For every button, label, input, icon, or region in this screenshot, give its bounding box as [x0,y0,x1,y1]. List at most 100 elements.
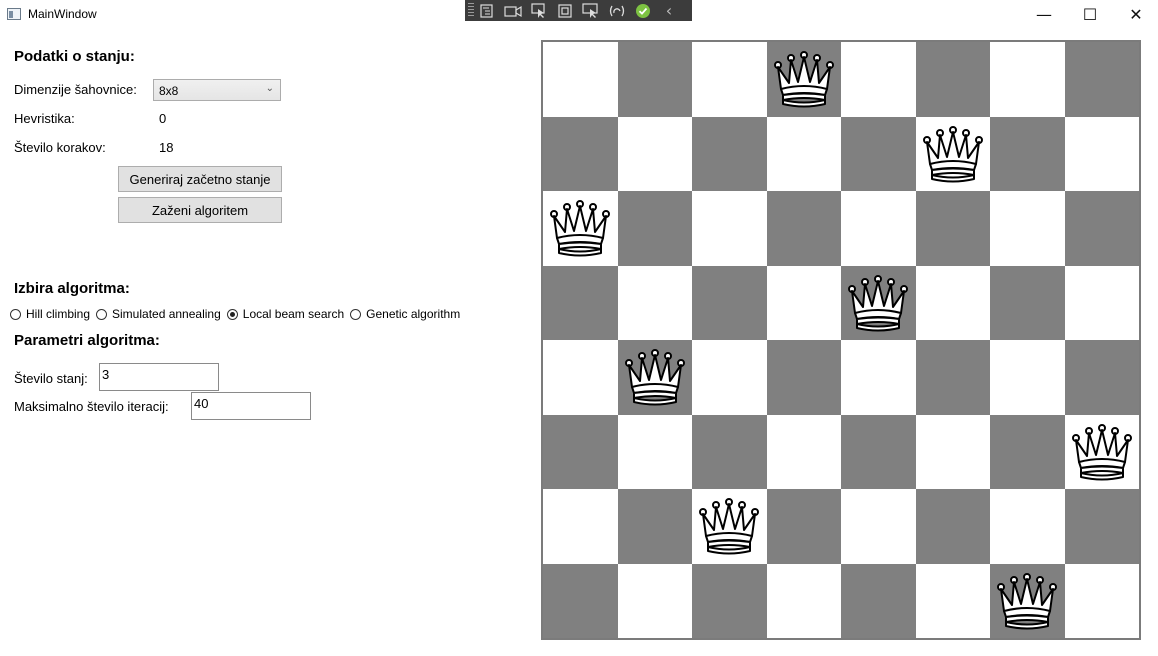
radio-label[interactable]: Local beam search [243,307,344,321]
board-square[interactable] [617,191,692,266]
close-button[interactable]: ✕ [1113,0,1158,28]
live-visual-tree-button[interactable] [474,0,500,21]
board-square[interactable] [990,340,1065,415]
live-visual-tree-icon [480,3,493,18]
states-count-input[interactable]: 3 [99,363,219,391]
board-square[interactable] [617,563,692,638]
board-square[interactable] [543,563,618,638]
board-square[interactable] [990,265,1065,340]
board-square[interactable] [990,42,1065,117]
board-square[interactable] [841,489,916,564]
board-square[interactable] [1064,340,1139,415]
board-square[interactable] [543,265,618,340]
board-square[interactable] [617,340,692,415]
close-icon: ✕ [1129,4,1143,24]
white-queen-icon [773,51,834,108]
board-square[interactable] [766,191,841,266]
algorithm-radio-group: Hill climbing Simulated annealing Local be… [10,306,466,322]
board-square[interactable] [915,340,990,415]
board-square[interactable] [990,563,1065,638]
board-square[interactable] [543,116,618,191]
board-square[interactable] [617,414,692,489]
board-square[interactable] [990,414,1065,489]
board-square[interactable] [1064,414,1139,489]
track-focus-icon [582,2,598,18]
board-square[interactable] [915,42,990,117]
radio-simulated-annealing[interactable] [96,308,108,320]
select-element-icon [531,2,545,18]
board-square[interactable] [617,116,692,191]
board-square[interactable] [915,414,990,489]
board-square[interactable] [915,191,990,266]
chevron-down-icon: ⌄ [265,83,274,94]
dimensions-value: 8x8 [159,84,179,98]
board-square[interactable] [841,563,916,638]
check-button[interactable] [630,0,656,21]
board-square[interactable] [1064,191,1139,266]
radio-label[interactable]: Genetic algorithm [366,307,460,321]
board-square[interactable] [915,265,990,340]
board-square[interactable] [617,265,692,340]
board-square[interactable] [841,116,916,191]
board-square[interactable] [766,414,841,489]
board-square[interactable] [617,42,692,117]
select-element-button[interactable] [526,0,552,21]
board-square[interactable] [915,563,990,638]
board-square[interactable] [1064,42,1139,117]
board-square[interactable] [841,191,916,266]
board-square[interactable] [692,340,767,415]
run-algorithm-button[interactable]: Zaženi algoritem [118,197,282,223]
minimize-button[interactable]: — [1021,0,1067,28]
board-square[interactable] [617,489,692,564]
board-square[interactable] [766,340,841,415]
board-square[interactable] [841,340,916,415]
board-square[interactable] [692,116,767,191]
window-title: MainWindow [28,7,97,21]
board-square[interactable] [543,42,618,117]
board-square[interactable] [766,265,841,340]
board-square[interactable] [543,489,618,564]
board-square[interactable] [692,265,767,340]
board-square[interactable] [766,563,841,638]
board-square[interactable] [990,489,1065,564]
board-square[interactable] [841,414,916,489]
board-square[interactable] [990,191,1065,266]
display-layout-adorners-button[interactable] [552,0,578,21]
board-square[interactable] [1064,563,1139,638]
board-square[interactable] [692,42,767,117]
board-square[interactable] [543,191,618,266]
radio-local-beam-search[interactable] [226,308,238,320]
board-square[interactable] [841,42,916,117]
params-heading: Parametri algoritma: [14,332,160,349]
board-square[interactable] [692,489,767,564]
board-square[interactable] [766,116,841,191]
track-focus-button[interactable] [578,0,604,21]
generate-initial-state-button[interactable]: Generiraj začetno stanje [118,166,282,192]
max-iterations-input[interactable]: 40 [191,392,311,420]
board-square[interactable] [692,414,767,489]
record-button[interactable] [500,0,526,21]
board-square[interactable] [841,265,916,340]
board-square[interactable] [766,489,841,564]
board-square[interactable] [692,563,767,638]
check-icon [636,3,650,18]
white-queen-icon [997,572,1058,630]
board-square[interactable] [990,116,1065,191]
hot-reload-button[interactable] [604,0,630,21]
radio-genetic-algorithm[interactable] [350,308,362,320]
board-square[interactable] [915,116,990,191]
board-square[interactable] [543,414,618,489]
board-square[interactable] [1064,116,1139,191]
radio-label[interactable]: Simulated annealing [112,307,221,321]
board-square[interactable] [1064,489,1139,564]
board-square[interactable] [766,42,841,117]
radio-hill-climbing[interactable] [10,308,21,320]
radio-label[interactable]: Hill climbing [26,307,90,321]
board-square[interactable] [1064,265,1139,340]
dimensions-combobox[interactable]: 8x8 ⌄ [153,79,281,101]
maximize-button[interactable]: ☐ [1067,0,1113,28]
board-square[interactable] [543,340,618,415]
collapse-toolbar-button[interactable]: ‹ [656,0,682,21]
board-square[interactable] [692,191,767,266]
board-square[interactable] [915,489,990,564]
